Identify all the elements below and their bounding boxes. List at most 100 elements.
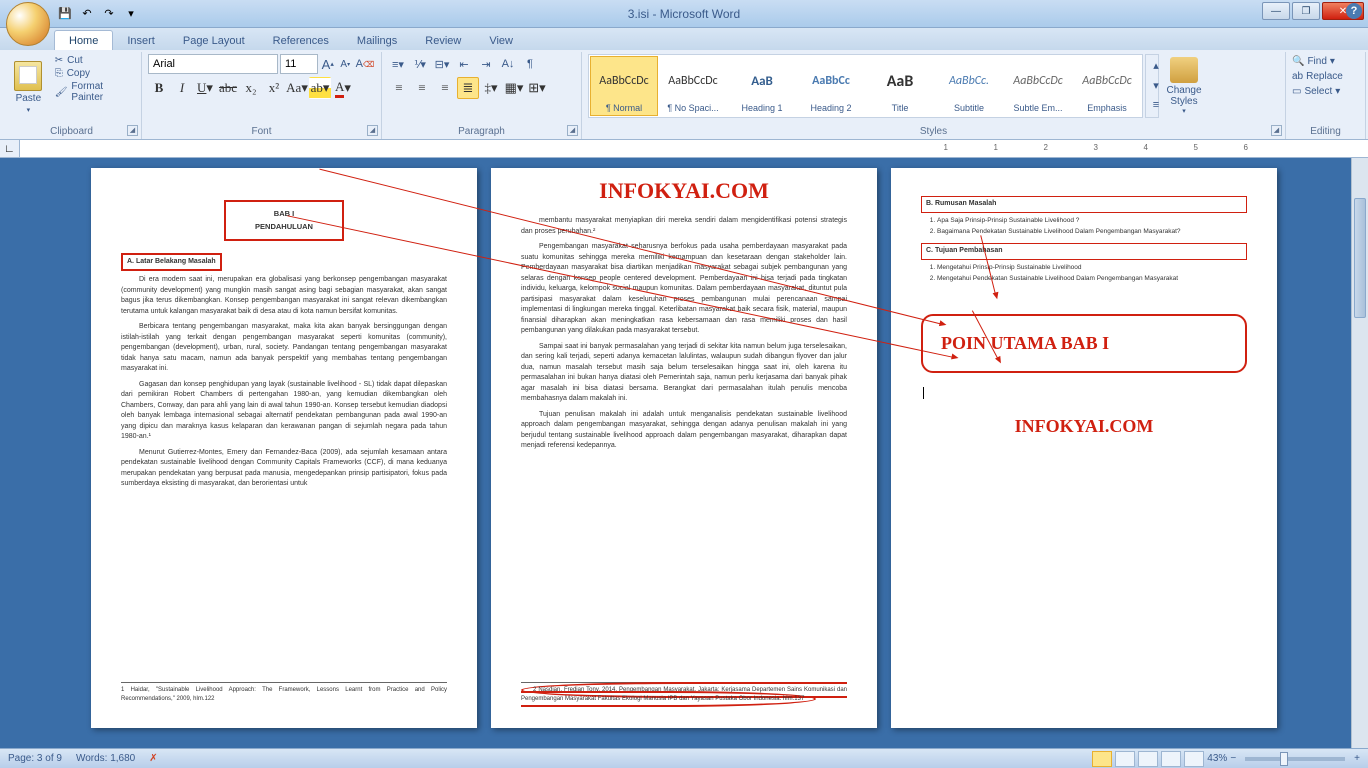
group-paragraph: ≡▾ ⅟▾ ⊟▾ ⇤ ⇥ A↓ ¶ ≡ ≡ ≡ ≣ ‡▾ ▦▾ ⊞▾ Parag… bbox=[382, 52, 582, 139]
page-3[interactable]: B. Rumusan Masalah Apa Saja Prinsip-Prin… bbox=[891, 168, 1277, 728]
undo-icon[interactable]: ↶ bbox=[78, 5, 96, 23]
subscript-button[interactable]: x₂ bbox=[240, 77, 262, 99]
grow-font-icon[interactable]: A▴ bbox=[320, 54, 336, 74]
change-styles-icon bbox=[1170, 57, 1198, 83]
zoom-in-icon[interactable]: + bbox=[1354, 753, 1360, 764]
select-button[interactable]: ▭Select ▾ bbox=[1292, 84, 1359, 99]
style-nospacing[interactable]: AaBbCcDc¶ No Spaci... bbox=[659, 56, 727, 116]
redo-icon[interactable]: ↷ bbox=[100, 5, 118, 23]
increase-indent-icon[interactable]: ⇥ bbox=[476, 54, 496, 74]
titlebar: 💾 ↶ ↷ ▾ 3.isi - Microsoft Word — ❐ ✕ bbox=[0, 0, 1368, 28]
paragraph-dialog-icon[interactable]: ◢ bbox=[567, 125, 578, 136]
select-icon: ▭ bbox=[1292, 86, 1301, 97]
minimize-button[interactable]: — bbox=[1262, 2, 1290, 20]
page-2[interactable]: INFOKYAI.COM membantu masyarakat menyiap… bbox=[491, 168, 877, 728]
find-icon: 🔍 bbox=[1292, 56, 1304, 67]
ribbon: Paste ▾ ✂Cut ⎘Copy 🖌Format Painter Clipb… bbox=[0, 50, 1368, 140]
tab-page-layout[interactable]: Page Layout bbox=[169, 31, 259, 50]
zoom-out-icon[interactable]: − bbox=[1230, 753, 1236, 764]
font-size-input[interactable] bbox=[280, 54, 318, 74]
sort-icon[interactable]: A↓ bbox=[498, 54, 518, 74]
clipboard-dialog-icon[interactable]: ◢ bbox=[127, 125, 138, 136]
style-heading2[interactable]: AaBbCcHeading 2 bbox=[797, 56, 865, 116]
zoom-level[interactable]: 43% bbox=[1207, 753, 1227, 764]
style-title[interactable]: AaBTitle bbox=[866, 56, 934, 116]
style-normal[interactable]: AaBbCcDc¶ Normal bbox=[590, 56, 658, 116]
superscript-button[interactable]: x² bbox=[263, 77, 285, 99]
document-area[interactable]: BAB I PENDAHULUAN A. Latar Belakang Masa… bbox=[0, 158, 1368, 748]
print-layout-view-icon[interactable] bbox=[1092, 751, 1112, 767]
paste-icon bbox=[14, 61, 42, 91]
maximize-button[interactable]: ❐ bbox=[1292, 2, 1320, 20]
highlight-button[interactable]: ab▾ bbox=[309, 77, 331, 99]
copy-button[interactable]: ⎘Copy bbox=[55, 67, 135, 80]
strike-button[interactable]: abc bbox=[217, 77, 239, 99]
align-right-icon[interactable]: ≡ bbox=[434, 77, 456, 99]
bold-button[interactable]: B bbox=[148, 77, 170, 99]
change-case-button[interactable]: Aa▾ bbox=[286, 77, 308, 99]
brush-icon: 🖌 bbox=[55, 87, 68, 98]
style-gallery[interactable]: AaBbCcDc¶ Normal AaBbCcDc¶ No Spaci... A… bbox=[588, 54, 1143, 118]
clear-format-icon[interactable]: A⌫ bbox=[355, 54, 375, 74]
decrease-indent-icon[interactable]: ⇤ bbox=[454, 54, 474, 74]
qat-dropdown-icon[interactable]: ▾ bbox=[122, 5, 140, 23]
align-left-icon[interactable]: ≡ bbox=[388, 77, 410, 99]
paste-button[interactable]: Paste ▾ bbox=[8, 54, 49, 120]
page-1[interactable]: BAB I PENDAHULUAN A. Latar Belakang Masa… bbox=[91, 168, 477, 728]
tab-references[interactable]: References bbox=[259, 31, 343, 50]
annotation-section-b: B. Rumusan Masalah bbox=[921, 196, 1247, 213]
shading-icon[interactable]: ▦▾ bbox=[503, 77, 525, 99]
office-button[interactable] bbox=[6, 2, 50, 46]
style-emphasis[interactable]: AaBbCcDcEmphasis bbox=[1073, 56, 1141, 116]
line-spacing-icon[interactable]: ‡▾ bbox=[480, 77, 502, 99]
borders-icon[interactable]: ⊞▾ bbox=[526, 77, 548, 99]
styles-dialog-icon[interactable]: ◢ bbox=[1271, 125, 1282, 136]
show-marks-icon[interactable]: ¶ bbox=[520, 54, 540, 74]
numbering-icon[interactable]: ⅟▾ bbox=[410, 54, 430, 74]
change-styles-button[interactable]: Change Styles▾ bbox=[1161, 54, 1207, 118]
quick-access-toolbar: 💾 ↶ ↷ ▾ bbox=[56, 5, 140, 23]
bullets-icon[interactable]: ≡▾ bbox=[388, 54, 408, 74]
web-layout-view-icon[interactable] bbox=[1138, 751, 1158, 767]
style-subtitle[interactable]: AaBbCc.Subtitle bbox=[935, 56, 1003, 116]
statusbar: Page: 3 of 9 Words: 1,680 ✗ 43% − + bbox=[0, 748, 1368, 768]
tab-mailings[interactable]: Mailings bbox=[343, 31, 411, 50]
find-button[interactable]: 🔍Find ▾ bbox=[1292, 54, 1359, 69]
font-dialog-icon[interactable]: ◢ bbox=[367, 125, 378, 136]
zoom-slider[interactable] bbox=[1245, 757, 1345, 761]
cut-button[interactable]: ✂Cut bbox=[55, 54, 135, 67]
tab-home[interactable]: Home bbox=[54, 30, 113, 50]
tab-selector[interactable]: ∟ bbox=[0, 140, 20, 157]
format-painter-button[interactable]: 🖌Format Painter bbox=[55, 80, 135, 104]
annotation-main-point: POIN UTAMA BAB I bbox=[921, 314, 1247, 373]
help-icon[interactable]: ? bbox=[1346, 3, 1362, 19]
tab-view[interactable]: View bbox=[475, 31, 527, 50]
save-icon[interactable]: 💾 bbox=[56, 5, 74, 23]
tab-review[interactable]: Review bbox=[411, 31, 475, 50]
italic-button[interactable]: I bbox=[171, 77, 193, 99]
group-clipboard: Paste ▾ ✂Cut ⎘Copy 🖌Format Painter Clipb… bbox=[2, 52, 142, 139]
underline-button[interactable]: U▾ bbox=[194, 77, 216, 99]
horizontal-ruler[interactable]: ∟ 1 1 2 3 4 5 6 bbox=[0, 140, 1368, 158]
page-indicator[interactable]: Page: 3 of 9 bbox=[8, 753, 62, 764]
scrollbar-thumb[interactable] bbox=[1354, 198, 1366, 318]
vertical-scrollbar[interactable] bbox=[1351, 158, 1368, 748]
shrink-font-icon[interactable]: A▾ bbox=[338, 54, 354, 74]
justify-icon[interactable]: ≣ bbox=[457, 77, 479, 99]
tab-insert[interactable]: Insert bbox=[113, 31, 169, 50]
draft-view-icon[interactable] bbox=[1184, 751, 1204, 767]
style-subtleem[interactable]: AaBbCcDcSubtle Em... bbox=[1004, 56, 1072, 116]
word-count[interactable]: Words: 1,680 bbox=[76, 753, 135, 764]
style-heading1[interactable]: AaBHeading 1 bbox=[728, 56, 796, 116]
scissors-icon: ✂ bbox=[55, 55, 63, 66]
group-editing: 🔍Find ▾ abReplace ▭Select ▾ Editing bbox=[1286, 52, 1366, 139]
font-name-input[interactable] bbox=[148, 54, 278, 74]
font-color-button[interactable]: A▾ bbox=[332, 77, 354, 99]
replace-button[interactable]: abReplace bbox=[1292, 69, 1359, 84]
outline-view-icon[interactable] bbox=[1161, 751, 1181, 767]
align-center-icon[interactable]: ≡ bbox=[411, 77, 433, 99]
watermark-bottom: INFOKYAI.COM bbox=[921, 413, 1247, 440]
multilevel-icon[interactable]: ⊟▾ bbox=[432, 54, 452, 74]
full-screen-view-icon[interactable] bbox=[1115, 751, 1135, 767]
proofing-icon[interactable]: ✗ bbox=[149, 753, 157, 764]
